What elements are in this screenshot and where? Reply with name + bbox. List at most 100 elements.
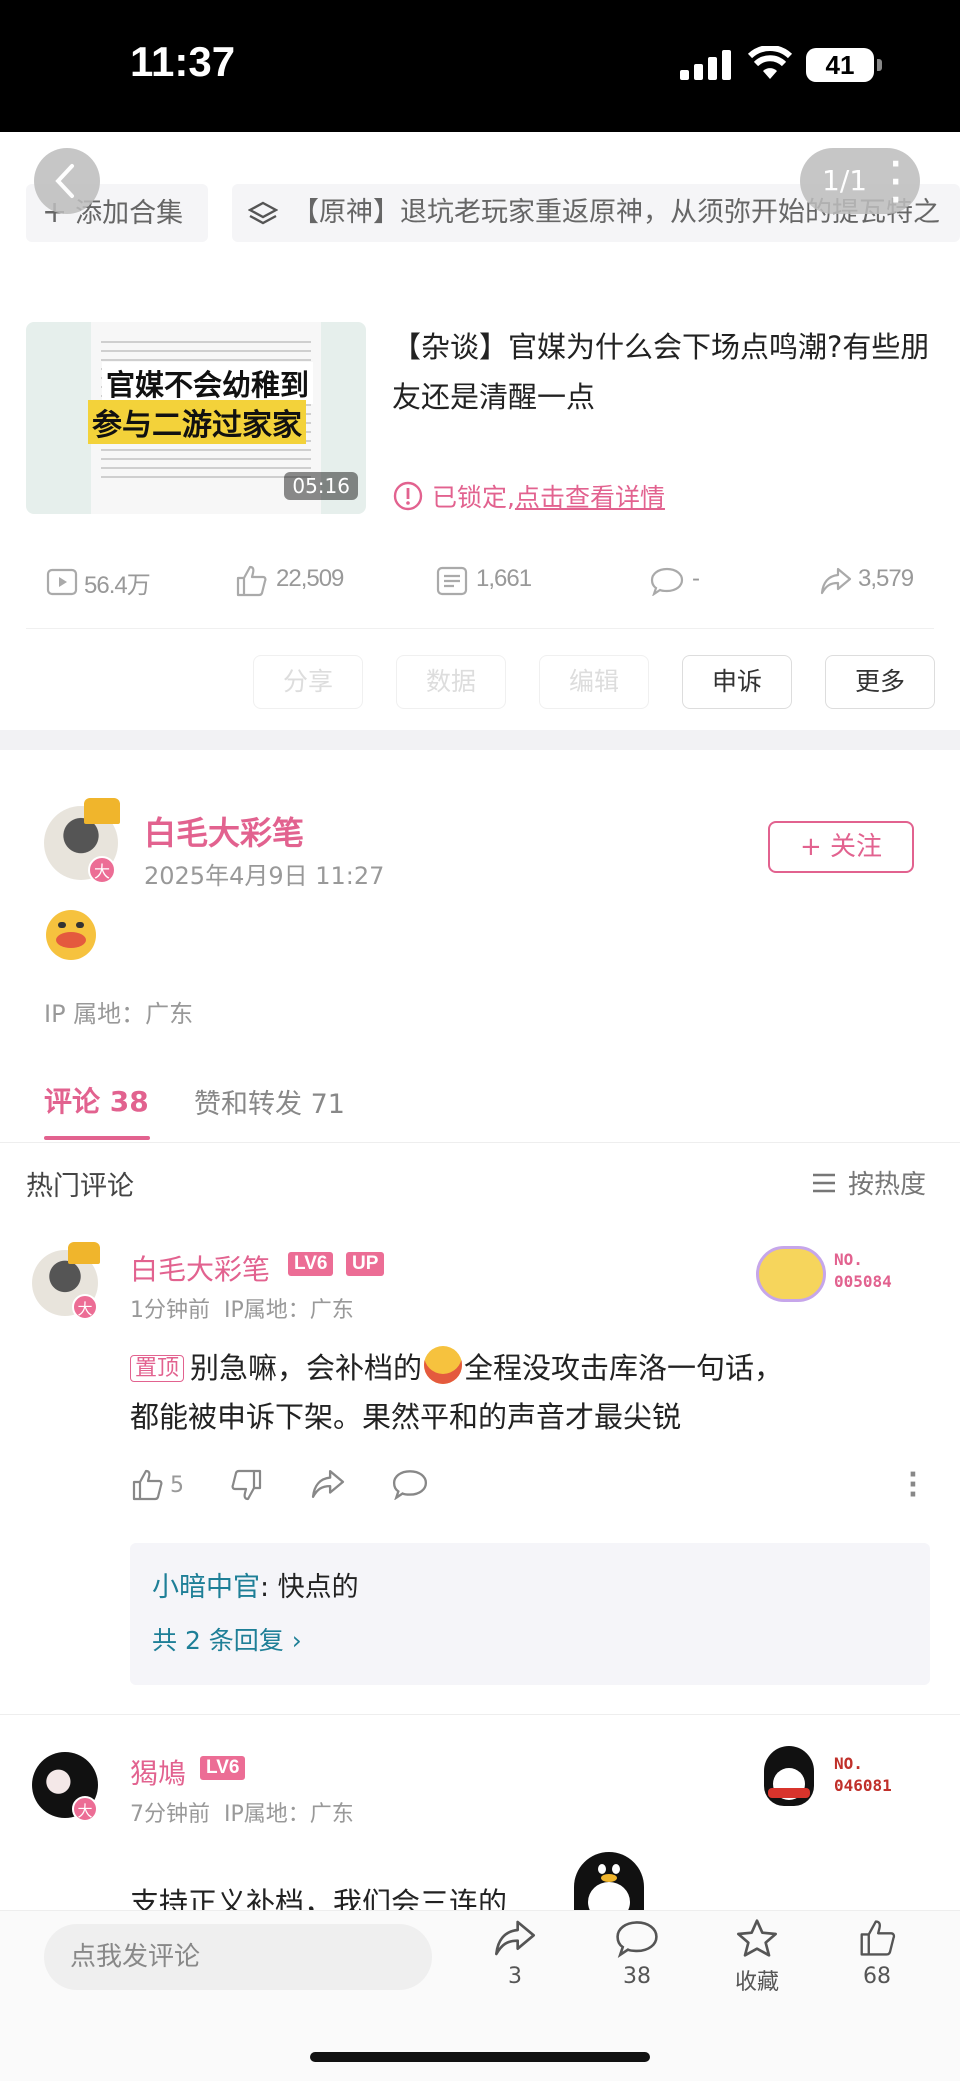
thumbnail-caption-1: 官媒不会幼稚到	[102, 362, 314, 404]
tab-active-indicator	[44, 1136, 150, 1140]
share-arrow-icon	[311, 1470, 345, 1498]
medal-no-label: NO.	[834, 1754, 863, 1773]
video-duration: 05:16	[284, 472, 358, 500]
comment-dislike-button[interactable]	[230, 1468, 264, 1502]
more-vertical-icon: · · ·	[890, 147, 902, 218]
danmaku-count: 1,661	[476, 565, 532, 592]
post-date: 2025年4月9日 11:27	[144, 862, 385, 890]
locked-prefix: 已锁定,	[432, 483, 515, 512]
bottom-comment-count: 38	[623, 1964, 651, 1989]
comment-like-count: 5	[170, 1472, 184, 1498]
sort-label: 按热度	[848, 1170, 927, 1200]
bottom-like-count: 68	[863, 1964, 891, 1989]
divider	[0, 1714, 960, 1715]
level-badge: LV6	[200, 1756, 246, 1780]
comment-avatar[interactable]: 大	[32, 1752, 98, 1822]
battery-indicator: 41	[806, 48, 882, 82]
data-button[interactable]: 数据	[396, 655, 506, 709]
sort-toggle[interactable]: 按热度	[810, 1164, 926, 1201]
follow-button[interactable]: + 关注	[768, 821, 914, 873]
video-title[interactable]: 【杂谈】官媒为什么会下场点鸣潮?有些朋友还是清醒一点	[392, 322, 932, 422]
comment-meta: 1分钟前 IP属地：广东	[130, 1298, 354, 1323]
bottom-comment-button[interactable]: 38	[602, 1918, 672, 1989]
edit-button[interactable]: 编辑	[539, 655, 649, 709]
bottom-favorite-label: 收藏	[734, 1970, 779, 1995]
status-time: 11:37	[130, 38, 236, 85]
thumbs-up-icon	[132, 1469, 163, 1501]
reply-username[interactable]: 小暗中官	[152, 1572, 260, 1603]
comment-bubble-icon	[392, 1470, 428, 1500]
comment-reply-button[interactable]	[392, 1468, 428, 1500]
comment-bubble-icon	[650, 567, 684, 596]
avatar-badge: 大	[88, 856, 116, 884]
appeal-button[interactable]: 申诉	[682, 655, 792, 709]
thumbs-up-icon	[860, 1920, 896, 1956]
fan-medal: NO. 005084	[756, 1238, 906, 1308]
views-count: 56.4万	[84, 572, 151, 599]
comment-body: 置顶 别急嘛，会补档的 全程没攻击库洛一句话， 都能被申诉下架。果然平和的声音才最尖锐	[130, 1344, 910, 1441]
reply-line: 小暗中官: 快点的	[152, 1565, 359, 1604]
star-icon	[736, 1919, 777, 1957]
emoji-inline	[424, 1346, 463, 1384]
home-indicator	[310, 2052, 650, 2062]
more-button[interactable]: 更多	[825, 655, 935, 709]
penguin-image	[764, 1746, 814, 1806]
reply-preview-box[interactable]: 小暗中官: 快点的 共 2 条回复 ›	[130, 1543, 930, 1685]
comment-text-1: 支持正义补档，我们会三连的	[130, 1886, 508, 1910]
author-avatar[interactable]: 大	[44, 798, 120, 884]
back-button[interactable]	[34, 148, 100, 214]
comment-like-button[interactable]: 5	[130, 1468, 184, 1502]
info-circle-icon	[393, 481, 423, 511]
emoji-sticker	[46, 910, 96, 960]
video-thumbnail[interactable]: 官媒不会幼稚到 参与二游过家家 05:16	[26, 322, 366, 514]
thumbs-down-icon	[231, 1469, 262, 1501]
likes-count: 22,509	[276, 565, 344, 592]
comment-share-button[interactable]	[310, 1468, 346, 1500]
medal-character-image	[756, 1246, 826, 1302]
comment-text-2: 全程没攻击库洛一句话，	[464, 1351, 784, 1385]
bottom-favorite-button[interactable]: 收藏	[722, 1918, 792, 1996]
bottom-like-button[interactable]: 68	[842, 1918, 912, 1989]
share-arrow-icon	[495, 1920, 536, 1956]
pinned-badge: 置顶	[130, 1355, 185, 1382]
post-author-name[interactable]: 白毛大彩笔	[144, 808, 304, 854]
share-button[interactable]: 分享	[253, 655, 363, 709]
comment-avatar[interactable]: 大	[32, 1242, 100, 1320]
comment-username[interactable]: 白毛大彩笔	[130, 1248, 270, 1288]
medal-no-value: 046081	[834, 1776, 892, 1795]
locked-notice[interactable]: 已锁定, 点击查看详情	[392, 478, 665, 514]
ip-location: IP 属地：广东	[44, 1000, 194, 1028]
medal-no-label: NO.	[834, 1250, 863, 1269]
bottom-share-button[interactable]: 3	[480, 1918, 550, 1989]
comments-count: -	[692, 565, 700, 592]
locked-detail-link[interactable]: 点击查看详情	[515, 478, 665, 514]
view-all-replies-link[interactable]: 共 2 条回复 ›	[152, 1621, 302, 1657]
comment-body: 支持正义补档，我们会三连的	[130, 1880, 910, 1910]
thumbs-up-icon	[236, 565, 267, 597]
comment-text-1: 别急嘛，会补档的	[190, 1351, 423, 1385]
tab-comments[interactable]: 评论 38	[44, 1080, 149, 1120]
danmaku-icon	[436, 566, 468, 596]
section-separator	[0, 730, 960, 750]
avatar-badge: 大	[72, 1796, 98, 1822]
comment-bubble-icon	[616, 1921, 658, 1958]
fan-medal: NO. 046081	[756, 1742, 906, 1812]
page-indicator-pill[interactable]: 1/1 · · ·	[800, 147, 920, 218]
avatar-crown-decoration	[68, 1242, 100, 1264]
comment-text-3: 都能被申诉下架。果然平和的声音才最尖锐	[130, 1400, 682, 1434]
penguin-sticker	[574, 1852, 644, 1912]
tab-likes-reposts[interactable]: 赞和转发 71	[194, 1082, 345, 1121]
play-icon	[46, 568, 78, 596]
comment-more-icon[interactable]: · · ·	[908, 1462, 918, 1508]
divider	[26, 628, 934, 629]
shares-count: 3,579	[858, 565, 914, 592]
up-badge: UP	[346, 1252, 385, 1276]
comment-username[interactable]: 猲鳩	[130, 1752, 186, 1792]
level-badge: LV6	[288, 1252, 334, 1276]
comment-input[interactable]: 点我发评论	[44, 1924, 432, 1990]
comment-meta: 7分钟前 IP属地：广东	[130, 1802, 354, 1827]
chevron-left-icon	[55, 164, 74, 198]
wifi-icon	[748, 46, 792, 79]
avatar-badge: 大	[72, 1294, 98, 1320]
layers-icon	[247, 201, 279, 224]
